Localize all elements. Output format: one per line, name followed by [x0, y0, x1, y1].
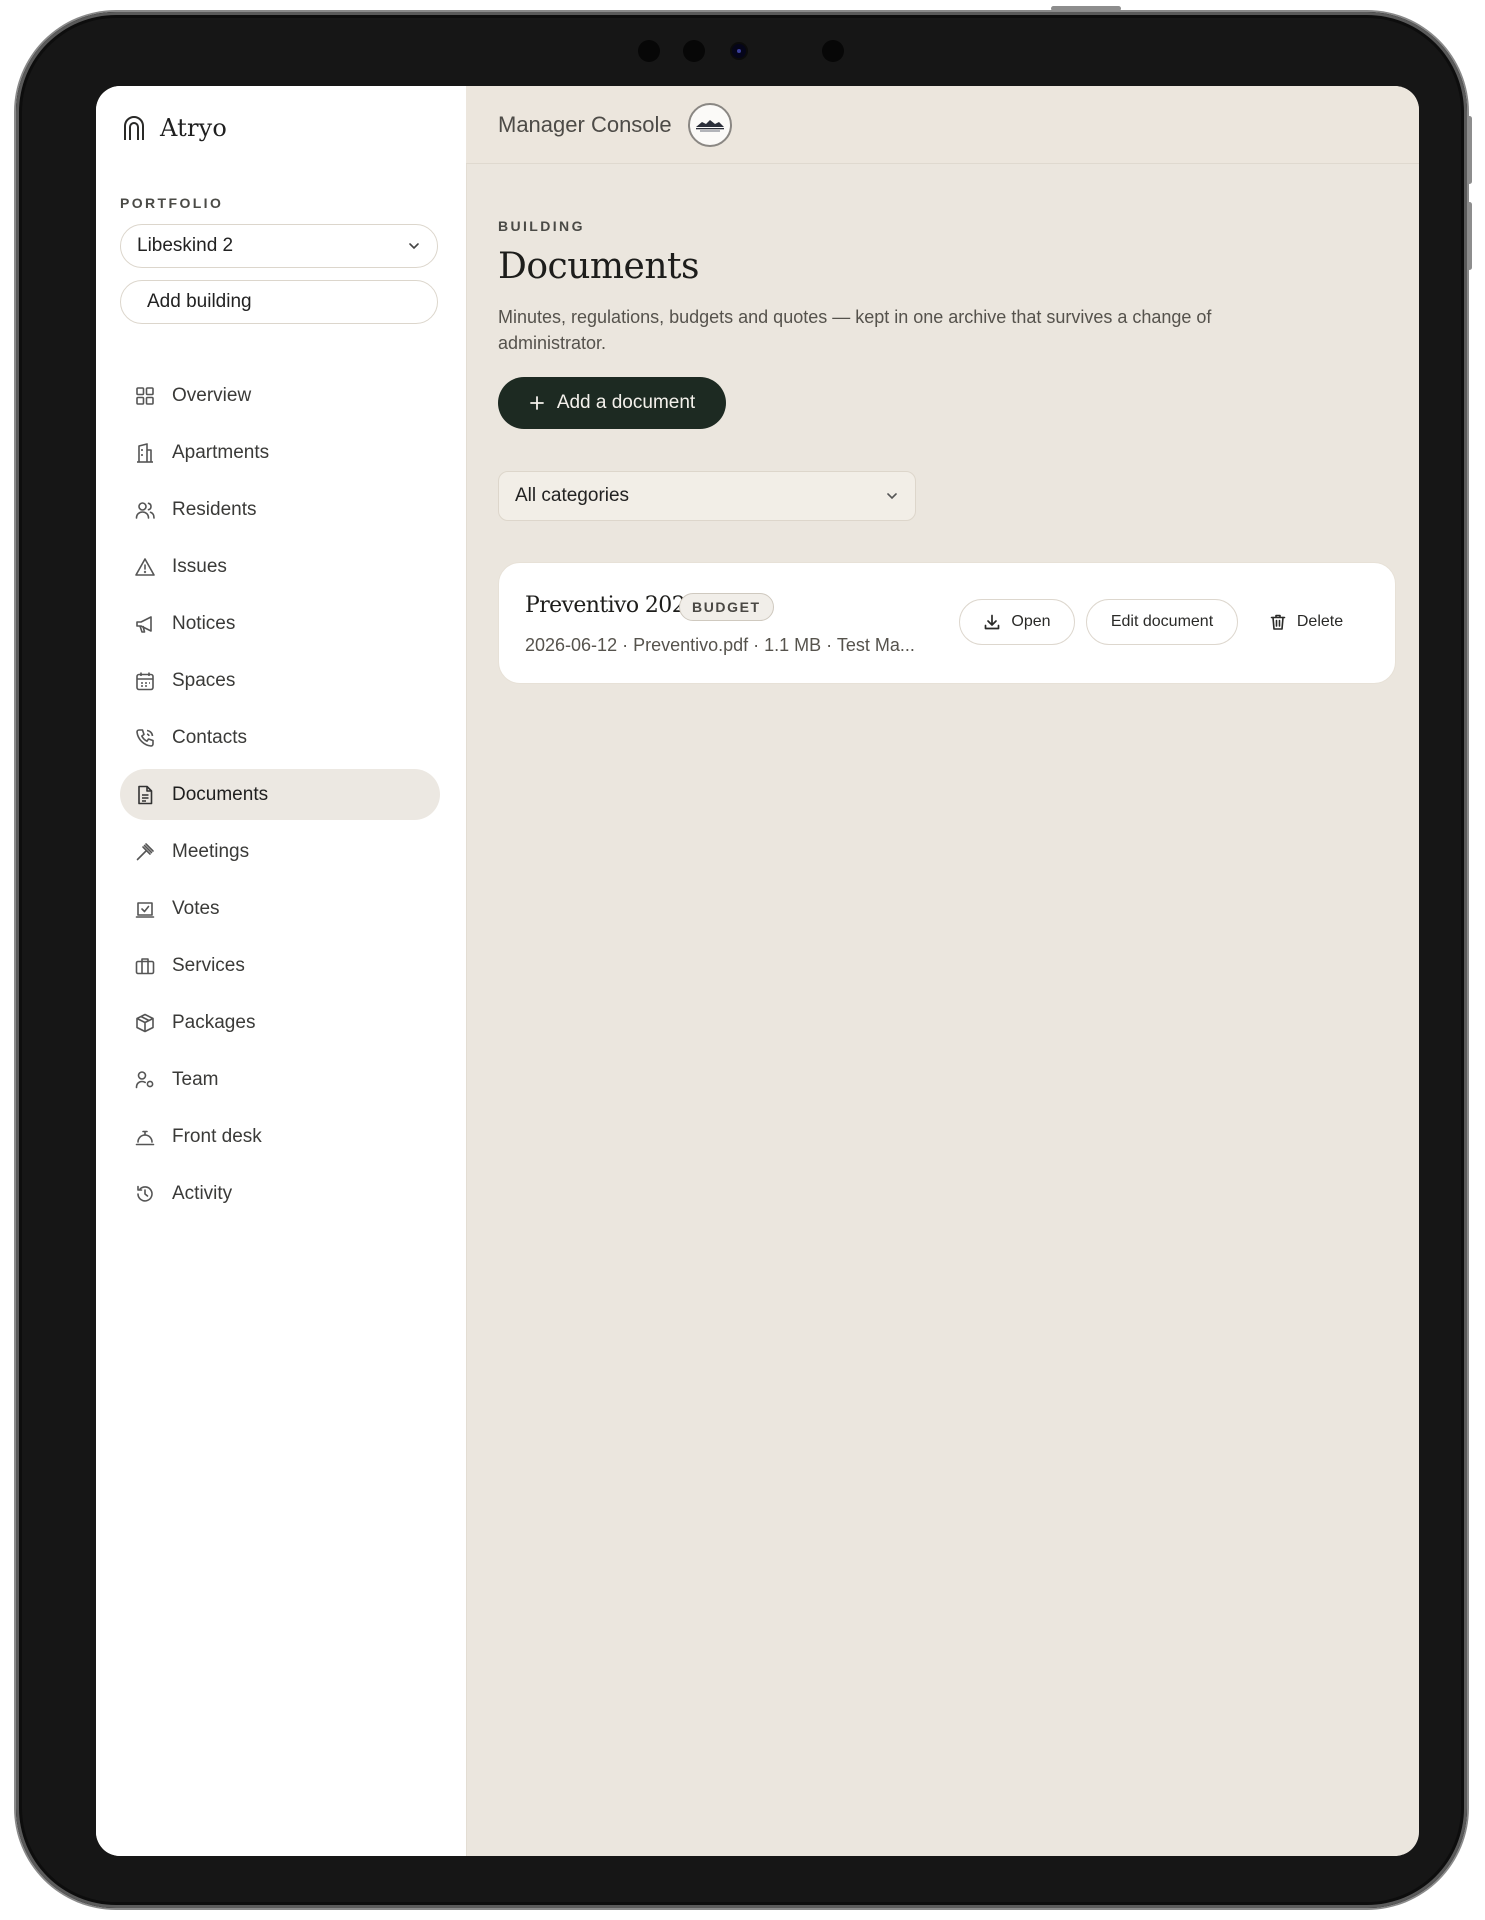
top-bar: Manager Console	[466, 86, 1419, 164]
sidebar-item-label: Issues	[172, 555, 227, 577]
sidebar-item-votes[interactable]: Votes	[120, 883, 440, 934]
sidebar-item-documents[interactable]: Documents	[120, 769, 440, 820]
sidebar-item-services[interactable]: Services	[120, 940, 440, 991]
building-icon	[137, 442, 153, 463]
document-icon	[138, 785, 153, 804]
sidebar-item-overview[interactable]: Overview	[120, 370, 440, 421]
plus-icon	[529, 396, 544, 410]
ballot-icon	[135, 901, 155, 918]
sidebar-item-activity[interactable]: Activity	[120, 1168, 440, 1219]
arch-logo-icon	[124, 116, 144, 140]
megaphone-icon	[136, 615, 152, 633]
sidebar-item-packages[interactable]: Packages	[120, 997, 440, 1048]
sidebar-item-label: Packages	[172, 1011, 256, 1033]
chevron-down-icon	[409, 243, 419, 250]
page-title: Documents	[498, 246, 699, 287]
sensor-icon	[683, 40, 705, 62]
avatar-logo-icon	[695, 119, 724, 131]
sensor-icon	[638, 40, 660, 62]
building-select[interactable]: Libeskind 2	[120, 224, 438, 268]
sidebar-item-label: Front desk	[172, 1125, 262, 1147]
tablet-frame: Atryo PORTFOLIO Libeskind 2 Add building…	[16, 6, 1472, 1908]
sidebar-item-front-desk[interactable]: Front desk	[120, 1111, 440, 1162]
brand[interactable]: Atryo	[122, 114, 227, 142]
trash-icon	[1270, 614, 1286, 630]
portfolio-label: PORTFOLIO	[120, 195, 224, 211]
console-title: Manager Console	[498, 111, 672, 137]
sidebar-item-label: Spaces	[172, 669, 236, 691]
users-icon	[135, 501, 155, 519]
sidebar-item-issues[interactable]: Issues	[120, 541, 440, 592]
bell-icon	[135, 1130, 155, 1145]
sidebar-item-label: Overview	[172, 384, 252, 406]
phone-icon	[136, 728, 154, 747]
sidebar-item-label: Apartments	[172, 441, 270, 463]
sidebar-item-label: Documents	[172, 783, 269, 805]
add-document-label: Add a document	[556, 392, 696, 413]
sidebar-item-residents[interactable]: Residents	[120, 484, 440, 535]
sidebar-item-label: Team	[172, 1068, 219, 1090]
section-eyebrow: BUILDING	[498, 218, 585, 234]
sidebar-item-team[interactable]: Team	[120, 1054, 440, 1105]
sidebar-item-label: Votes	[172, 897, 220, 919]
top-button	[1051, 6, 1121, 11]
category-filter-select[interactable]: All categories	[498, 471, 916, 521]
edit-document-label: Edit document	[1110, 613, 1214, 630]
sensor-icon	[822, 40, 844, 62]
sidebar-item-label: Activity	[172, 1182, 233, 1204]
add-document-button[interactable]: Add a document	[498, 377, 726, 429]
add-building-label: Add building	[147, 291, 252, 312]
open-label: Open	[1011, 613, 1051, 630]
sidebar-item-apartments[interactable]: Apartments	[120, 427, 440, 478]
building-select-value: Libeskind 2	[137, 235, 234, 256]
history-icon	[137, 1185, 153, 1202]
sidebar-item-label: Meetings	[172, 840, 250, 862]
sidebar-nav: Overview Apartments Residents Issues Not…	[120, 370, 440, 1225]
delete-label: Delete	[1296, 613, 1344, 630]
sidebar-item-meetings[interactable]: Meetings	[120, 826, 440, 877]
document-name: Preventivo 2026	[525, 593, 699, 618]
sidebar-item-label: Residents	[172, 498, 257, 520]
sidebar-item-notices[interactable]: Notices	[120, 598, 440, 649]
calendar-icon	[136, 672, 154, 690]
category-filter-value: All categories	[515, 485, 630, 506]
package-icon	[136, 1013, 154, 1032]
briefcase-icon	[135, 957, 155, 974]
sidebar-item-label: Notices	[172, 612, 236, 634]
brand-name: Atryo	[160, 114, 228, 142]
user-gear-icon	[135, 1070, 154, 1088]
volume-down-button	[1467, 202, 1472, 270]
page-description: Minutes, regulations, budgets and quotes…	[498, 307, 1212, 353]
delete-button[interactable]: Delete	[1251, 599, 1361, 645]
document-card: Preventivo 2026 BUDGET 2026-06-12 · Prev…	[498, 562, 1396, 684]
sidebar-item-spaces[interactable]: Spaces	[120, 655, 440, 706]
gavel-icon	[136, 842, 154, 860]
download-icon	[985, 614, 1000, 630]
sidebar-item-contacts[interactable]: Contacts	[120, 712, 440, 763]
sidebar-item-label: Services	[172, 954, 245, 976]
edit-document-button[interactable]: Edit document	[1086, 599, 1238, 645]
camera-icon	[732, 44, 746, 58]
chevron-down-icon	[887, 493, 897, 500]
warning-icon	[135, 557, 155, 576]
document-meta: 2026-06-12 · Preventivo.pdf · 1.1 MB · T…	[525, 635, 915, 655]
open-button[interactable]: Open	[959, 599, 1075, 645]
sidebar-item-label: Contacts	[172, 726, 247, 748]
avatar[interactable]	[687, 102, 732, 147]
add-building-button[interactable]: Add building	[120, 280, 438, 324]
sidebar: Atryo PORTFOLIO Libeskind 2 Add building…	[96, 86, 467, 1856]
category-badge: BUDGET	[679, 593, 774, 621]
grid-icon	[136, 386, 154, 405]
volume-up-button	[1467, 116, 1472, 184]
app-screen: Atryo PORTFOLIO Libeskind 2 Add building…	[96, 86, 1419, 1856]
